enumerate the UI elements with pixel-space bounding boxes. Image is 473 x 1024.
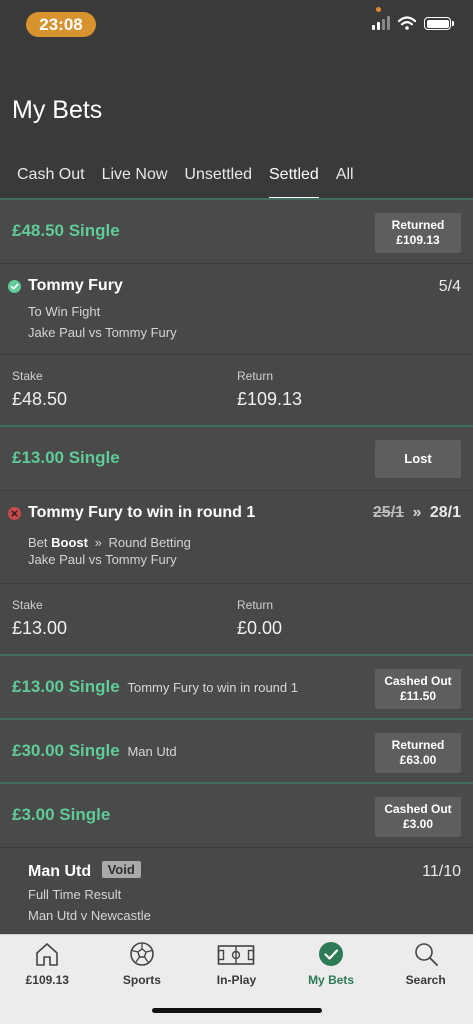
- boost-prefix: Bet: [28, 535, 48, 550]
- bet-status-label: Cashed Out: [384, 674, 452, 688]
- stake-return-row: Stake £48.50 Return £109.13: [0, 355, 473, 427]
- header: My Bets Cash Out Live Now Unsettled Sett…: [0, 50, 473, 200]
- bet-title: £30.00 Single Man Utd: [12, 741, 177, 761]
- selection-name: Tommy Fury: [28, 277, 123, 294]
- battery-icon: [424, 17, 454, 30]
- selection-event: Jake Paul vs Tommy Fury: [28, 552, 177, 567]
- stake-value: £13.00: [12, 618, 68, 638]
- bet-header[interactable]: £13.00 Single Tommy Fury to win in round…: [0, 656, 473, 720]
- bet-title: £13.00 Single: [12, 448, 120, 467]
- search-icon: [414, 943, 438, 966]
- selection-market: Round Betting: [108, 535, 191, 550]
- selection-odds: 11/10: [422, 863, 461, 880]
- bet-title-text: £13.00 Single: [12, 677, 120, 696]
- selection-name: Man Utd: [28, 863, 92, 880]
- nav-sports-label: Sports: [122, 973, 161, 987]
- new-odds: 28/1: [429, 504, 461, 521]
- privacy-indicator-icon: [376, 7, 381, 12]
- selection-event: Jake Paul vs Tommy Fury: [28, 325, 177, 340]
- cross-icon: [8, 507, 21, 520]
- selection-odds: 5/4: [438, 278, 461, 295]
- bet-title: £48.50 Single: [12, 221, 120, 240]
- nav-search-label: Search: [405, 973, 446, 987]
- nav-in-play-label: In-Play: [216, 973, 257, 987]
- bet-header[interactable]: £48.50 Single Returned £109.13: [0, 200, 473, 264]
- bet-selection[interactable]: Man Utd Void 11/10 Full Time Result Man …: [0, 848, 473, 934]
- bet-subtitle: Man Utd: [127, 744, 177, 759]
- bet-status-badge: Returned £109.13: [375, 213, 461, 253]
- bet-title: £13.00 Single Tommy Fury to win in round…: [12, 677, 298, 697]
- bet-status-amount: £109.13: [396, 233, 440, 247]
- boost-word: Boost: [51, 535, 88, 550]
- football-icon: [130, 942, 154, 966]
- stake-label: Stake: [12, 369, 43, 383]
- bet-selection[interactable]: Tommy Fury 5/4 To Win Fight Jake Paul vs…: [0, 264, 473, 355]
- bet-subtitle: Tommy Fury to win in round 1: [127, 680, 298, 695]
- bets-list[interactable]: £48.50 Single Returned £109.13 Tommy Fur…: [0, 200, 473, 934]
- bet-status-amount: £3.00: [402, 817, 434, 831]
- pitch-icon: [218, 945, 255, 965]
- tab-unsettled[interactable]: Unsettled: [184, 166, 252, 200]
- nav-home[interactable]: £109.13: [0, 935, 95, 1024]
- nav-my-bets-label: My Bets: [308, 973, 355, 987]
- bet-status-badge: Cashed Out £11.50: [375, 669, 461, 709]
- bet-header[interactable]: £13.00 Single Lost: [0, 427, 473, 491]
- bet-status-badge: Returned £63.00: [375, 733, 461, 773]
- return-label: Return: [237, 598, 274, 612]
- return-value: £0.00: [237, 618, 283, 638]
- tab-live-now[interactable]: Live Now: [102, 166, 168, 200]
- bet-title: £3.00 Single: [12, 805, 111, 824]
- stake-value: £48.50: [12, 389, 68, 409]
- home-icon: [36, 943, 59, 966]
- home-indicator: [152, 1008, 322, 1013]
- selection-name: Tommy Fury to win in round 1: [28, 504, 256, 521]
- void-badge: Void: [101, 861, 141, 878]
- return-label: Return: [237, 369, 274, 383]
- bet-status-amount: £63.00: [399, 753, 437, 767]
- boost-line: Bet Boost » Round Betting: [28, 535, 191, 550]
- bet-status-amount: £11.50: [399, 689, 437, 703]
- old-odds: 25/1: [372, 504, 405, 521]
- bet-title-text: £30.00 Single: [12, 741, 120, 760]
- tab-all[interactable]: All: [336, 166, 354, 200]
- bet-selection[interactable]: Tommy Fury to win in round 1 25/1 » 28/1…: [0, 491, 473, 584]
- bet-status-badge: Cashed Out £3.00: [375, 797, 461, 837]
- selection-event: Man Utd v Newcastle: [28, 908, 151, 923]
- nav-search[interactable]: Search: [378, 935, 473, 1024]
- boost-arrow-icon: »: [412, 504, 422, 521]
- status-time: 23:08: [26, 12, 96, 37]
- selection-name-row: Man Utd Void: [28, 861, 141, 881]
- bet-status-label: Returned: [391, 218, 445, 232]
- status-bar: 23:08: [0, 0, 473, 50]
- bet-filter-tabs: Cash Out Live Now Unsettled Settled All: [0, 166, 354, 200]
- bet-header[interactable]: £30.00 Single Man Utd Returned £63.00: [0, 720, 473, 784]
- return-value: £109.13: [237, 389, 303, 409]
- tab-cash-out[interactable]: Cash Out: [17, 166, 85, 200]
- boost-chevron-icon: »: [94, 535, 102, 550]
- status-icons: [372, 16, 454, 30]
- tab-settled[interactable]: Settled: [269, 166, 319, 200]
- wifi-icon: [398, 16, 416, 30]
- bet-status-badge: Lost: [375, 440, 461, 478]
- page-title: My Bets: [12, 96, 103, 124]
- nav-home-label: £109.13: [25, 973, 69, 987]
- boosted-odds: 25/1 » 28/1: [373, 504, 461, 522]
- bet-status-label: Returned: [391, 738, 445, 752]
- bet-header[interactable]: £3.00 Single Cashed Out £3.00: [0, 784, 473, 848]
- check-icon: [8, 280, 21, 293]
- stake-label: Stake: [12, 598, 43, 612]
- selection-market: To Win Fight: [28, 304, 101, 319]
- stake-return-row: Stake £13.00 Return £0.00: [0, 584, 473, 656]
- cellular-signal-icon: [372, 16, 390, 30]
- check-circle-icon: [319, 942, 344, 966]
- bet-status-label: Cashed Out: [384, 802, 452, 816]
- selection-market: Full Time Result: [28, 887, 122, 902]
